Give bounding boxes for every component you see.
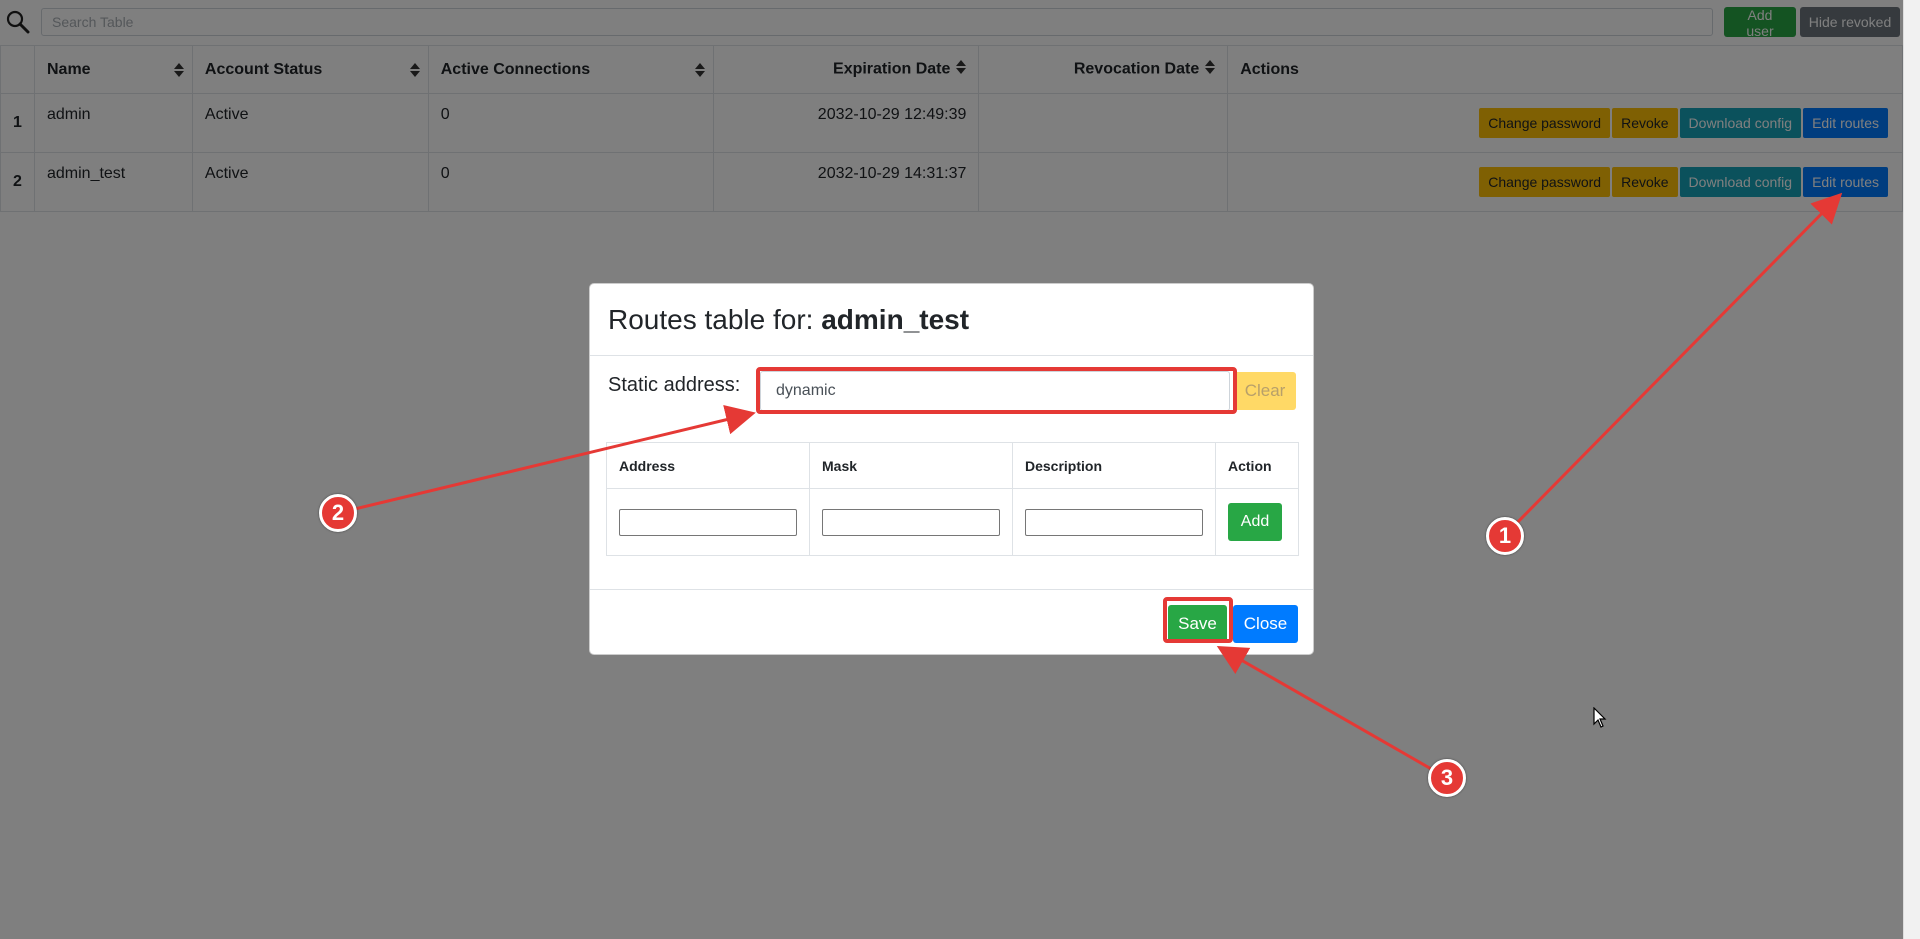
mouse-cursor-icon: [1593, 706, 1607, 734]
step-marker-1: 1: [1486, 517, 1524, 555]
arrow-1: [1502, 192, 1843, 538]
arrow-2: [337, 405, 756, 515]
arrow-3: [1216, 646, 1448, 780]
step-marker-2: 2: [319, 494, 357, 532]
annotation-arrows: [337, 192, 1843, 780]
step-marker-3: 3: [1428, 759, 1466, 797]
